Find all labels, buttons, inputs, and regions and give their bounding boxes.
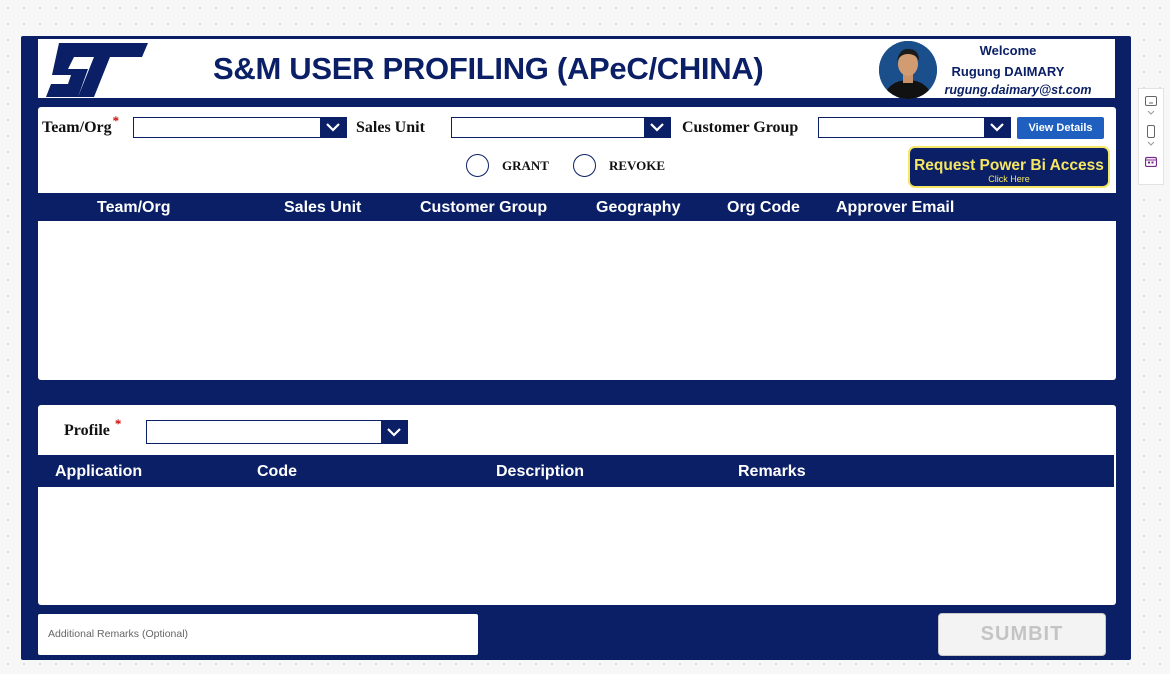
submit-button[interactable]: SUMBIT [938,613,1106,656]
required-mark: * [114,416,122,431]
col-application: Application [55,463,143,480]
required-mark: * [112,113,120,128]
chevron-down-icon[interactable] [1145,141,1157,147]
team-org-dropdown[interactable] [133,117,347,138]
col-sales-unit: Sales Unit [284,199,362,216]
col-customer-group: Customer Group [420,199,548,216]
customer-group-label: Customer Group [682,119,799,136]
chevron-down-icon[interactable] [644,118,670,137]
power-bi-label: Request Power Bi Access [914,157,1104,174]
team-org-label: Team/Org* [42,113,120,136]
chevron-down-icon[interactable] [381,421,407,443]
view-details-button[interactable]: View Details [1017,117,1104,139]
header-bar: S&M USER PROFILING (APeC/CHINA) Welcome … [38,39,1115,99]
request-power-bi-button[interactable]: Request Power Bi Access Click Here [908,146,1110,188]
side-toolbar [1138,88,1164,185]
page-title: S&M USER PROFILING (APeC/CHINA) [213,51,764,86]
chevron-down-icon[interactable] [1145,110,1157,116]
user-name: Rugung DAIMARY [951,64,1065,79]
user-email: rugung.daimary@st.com [944,83,1092,97]
profile-label: Profile * [64,416,122,439]
revoke-radio[interactable] [573,154,596,177]
calendar-icon[interactable] [1145,156,1157,167]
chevron-down-icon[interactable] [320,118,346,137]
power-bi-sublabel: Click Here [988,174,1030,184]
col-code: Code [257,463,297,480]
col-approver-email: Approver Email [836,199,955,216]
app-table-body [38,487,1116,605]
sales-unit-label: Sales Unit [356,119,425,136]
col-description: Description [496,463,585,480]
col-org-code: Org Code [727,199,800,216]
sales-unit-dropdown[interactable] [451,117,671,138]
grant-label: GRANT [502,158,549,173]
additional-remarks-input[interactable]: Additional Remarks (Optional) [38,614,478,655]
org-table-body [38,221,1116,380]
filter-panel: Team/Org* Sales Unit Customer Group View… [38,107,1116,380]
phone-icon[interactable] [1145,125,1157,138]
col-remarks: Remarks [738,463,806,480]
app-table-header: Application Code Description Remarks [38,455,1114,487]
app-canvas: S&M USER PROFILING (APeC/CHINA) Welcome … [21,36,1131,660]
st-logo [46,43,148,97]
avatar [879,41,937,99]
col-geography: Geography [596,199,681,216]
org-table-header: Team/Org Sales Unit Customer Group Geogr… [38,193,1116,221]
grant-radio[interactable] [466,154,489,177]
col-team-org: Team/Org [97,199,171,216]
revoke-label: REVOKE [609,158,666,173]
profile-dropdown[interactable] [146,420,408,444]
tablet-icon[interactable] [1145,96,1157,106]
welcome-text: Welcome [979,43,1037,58]
customer-group-dropdown[interactable] [818,117,1011,138]
chevron-down-icon[interactable] [984,118,1010,137]
profile-panel: Profile * Application Code Description R… [38,405,1116,605]
